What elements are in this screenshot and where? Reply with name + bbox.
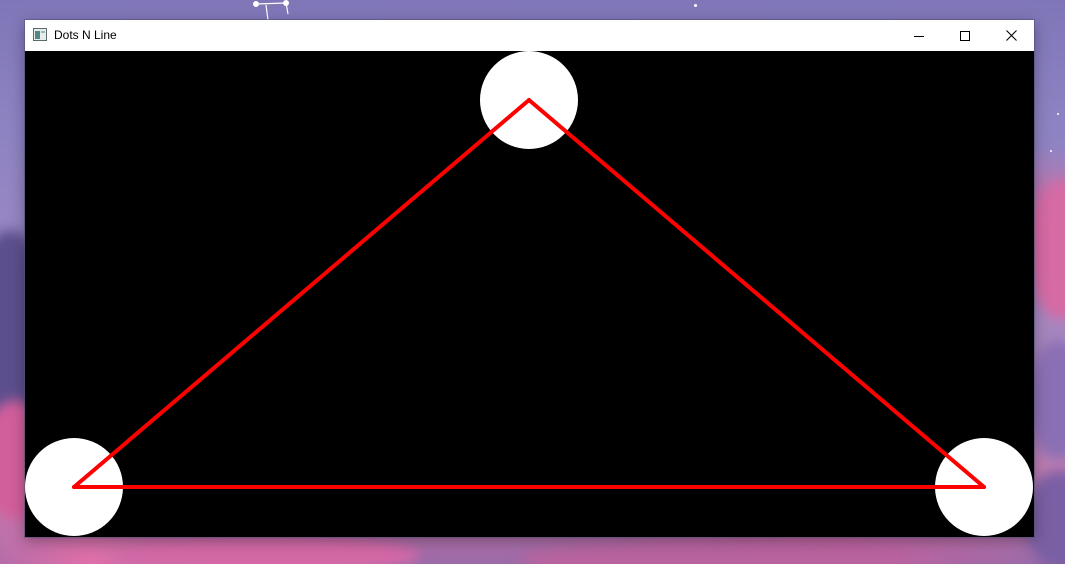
- app-window: Dots N Line: [25, 20, 1034, 537]
- wallpaper-star: [1057, 113, 1059, 115]
- close-icon: [1005, 30, 1017, 41]
- canvas-scene: [25, 51, 1033, 536]
- line-top-to-bottom-right: [527, 98, 986, 489]
- wallpaper-cloud: [520, 540, 900, 564]
- drawing-canvas[interactable]: [25, 51, 1034, 537]
- constellation-graphic: [253, 0, 289, 21]
- window-title: Dots N Line: [54, 28, 117, 42]
- minimize-button[interactable]: [896, 20, 942, 51]
- line-top-to-bottom-left: [72, 98, 531, 489]
- close-button[interactable]: [988, 20, 1034, 51]
- wallpaper-cloud: [120, 535, 420, 564]
- wallpaper-star: [694, 4, 697, 7]
- window-app-icon: [33, 28, 47, 41]
- desktop-wallpaper: Dots N Line: [0, 0, 1065, 564]
- maximize-button[interactable]: [942, 20, 988, 51]
- maximize-icon: [960, 30, 970, 41]
- wallpaper-star: [1050, 150, 1052, 152]
- window-titlebar[interactable]: Dots N Line: [25, 20, 1034, 51]
- wallpaper-cloud: [1030, 180, 1065, 320]
- minimize-icon: [914, 35, 924, 37]
